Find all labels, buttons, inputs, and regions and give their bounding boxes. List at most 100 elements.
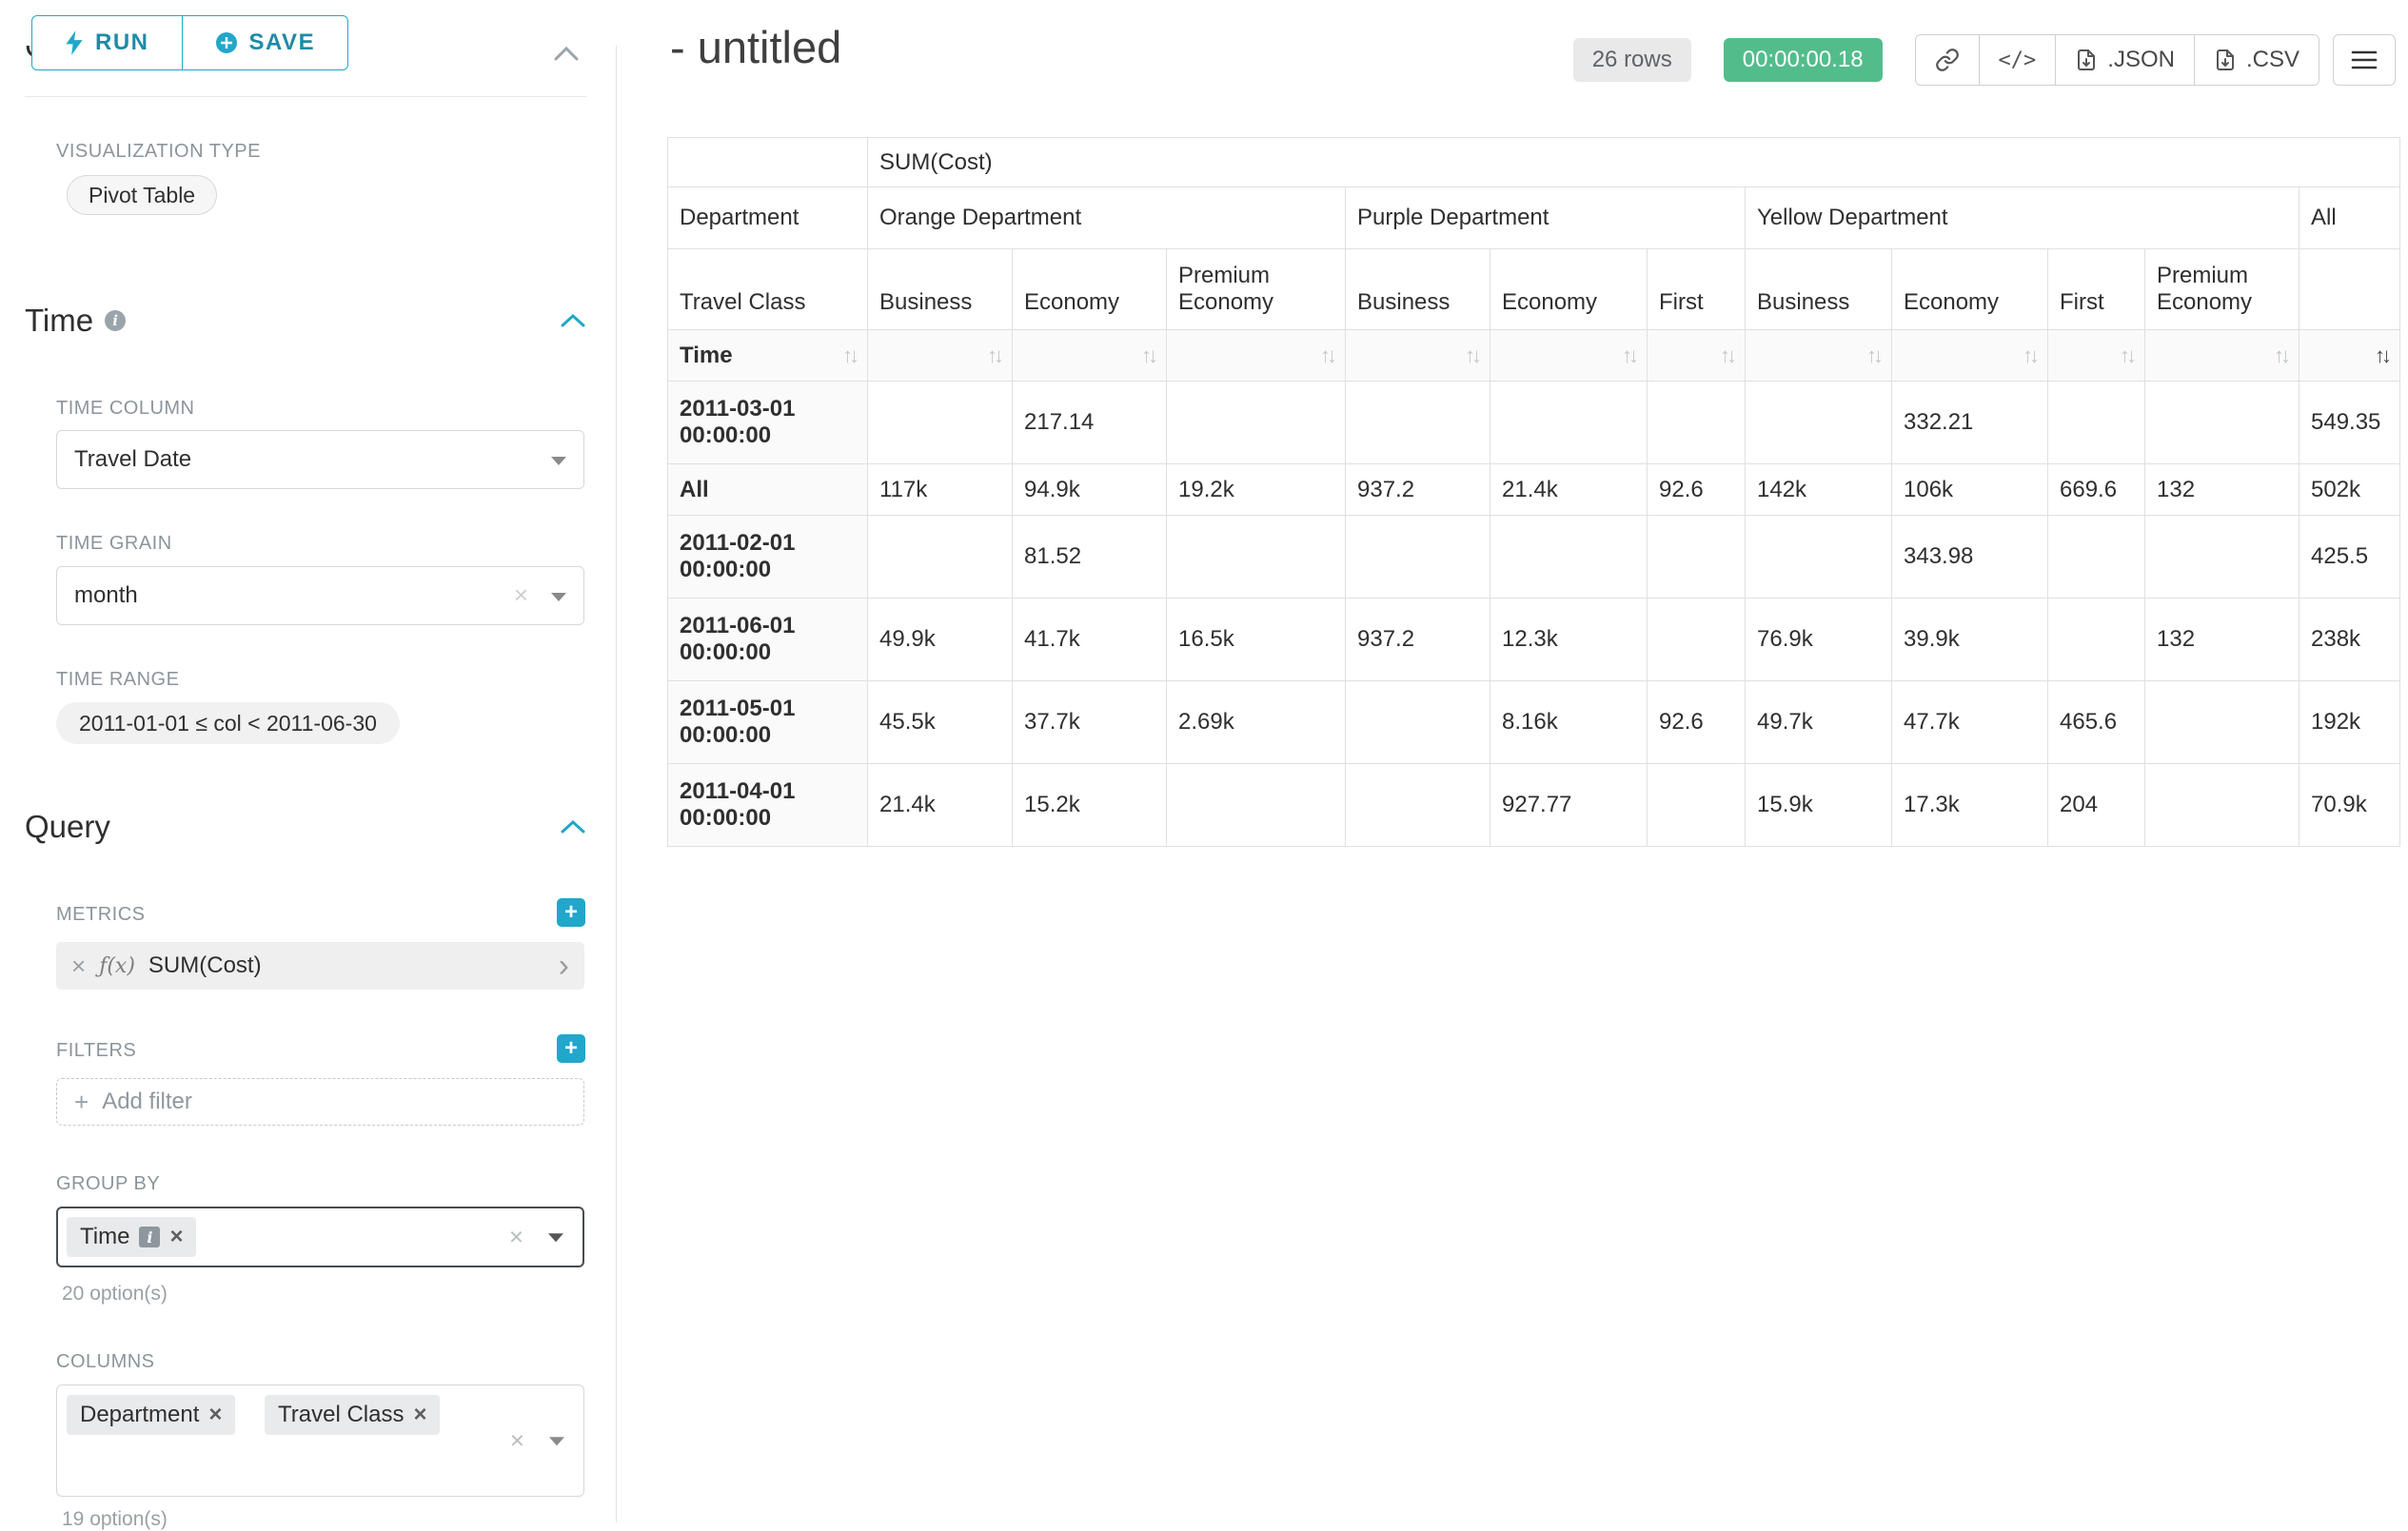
export-csv-button[interactable]: .CSV (2194, 34, 2319, 86)
query-section-header[interactable]: Query (25, 809, 586, 845)
sort-icon[interactable]: ↑↓ (1622, 343, 1635, 367)
time-range-label: TIME RANGE (56, 669, 179, 691)
time-column-select[interactable]: Travel Date (56, 430, 584, 489)
pivot-subcolumn-header: Premium Economy (1167, 249, 1346, 330)
clear-icon[interactable]: × (510, 1426, 524, 1456)
pivot-department-label: Department (668, 187, 868, 249)
copy-link-button[interactable] (1915, 34, 1980, 86)
pivot-value-cell: 41.7k (1013, 599, 1167, 681)
plus-icon: + (74, 1088, 89, 1117)
pivot-sort-cell: ↑↓ (1892, 330, 2048, 382)
pivot-value-cell: 21.4k (1490, 464, 1648, 516)
time-column-label: TIME COLUMN (56, 398, 195, 420)
metric-pill[interactable]: × ƒ(x) SUM(Cost) › (56, 942, 584, 990)
sort-icon[interactable]: ↑↓ (2120, 343, 2133, 367)
pivot-sort-cell: ↑↓ (2048, 330, 2145, 382)
pivot-value-cell (1490, 382, 1648, 464)
sort-icon[interactable]: ↑↓ (2023, 343, 2036, 367)
pivot-group-header: Yellow Department (1746, 187, 2299, 249)
remove-token-icon[interactable]: × (169, 1224, 183, 1250)
add-metric-button[interactable]: + (557, 898, 585, 927)
pivot-value-cell (2048, 599, 2145, 681)
pivot-row-label: 2011-03-01 00:00:00 (668, 382, 868, 464)
pivot-group-header: Purple Department (1346, 187, 1746, 249)
pivot-subcolumn-header: Economy (1013, 249, 1167, 330)
table-row: 2011-03-01 00:00:00217.14332.21549.35 (668, 382, 2400, 464)
time-range-value[interactable]: 2011-01-01 ≤ col < 2011-06-30 (56, 702, 400, 744)
function-icon: ƒ(x) (99, 954, 135, 978)
sort-icon[interactable]: ↑↓ (1465, 343, 1478, 367)
visualization-type-value[interactable]: Pivot Table (67, 175, 217, 215)
columns-token[interactable]: Department × (67, 1395, 235, 1435)
pivot-value-cell: 76.9k (1746, 599, 1892, 681)
pivot-row-label: 2011-06-01 00:00:00 (668, 599, 868, 681)
remove-metric-icon[interactable]: × (71, 952, 86, 981)
pivot-sort-cell: ↑↓ (1490, 330, 1648, 382)
time-grain-select[interactable]: month × (56, 566, 584, 625)
pivot-value-cell (2048, 382, 2145, 464)
chevron-down-icon[interactable] (548, 1233, 563, 1242)
save-button[interactable]: SAVE (182, 15, 349, 70)
code-icon: </> (1999, 49, 2037, 72)
export-json-button[interactable]: .JSON (2055, 34, 2195, 86)
sort-icon[interactable]: ↑↓ (2375, 343, 2388, 367)
pivot-value-cell: 2.69k (1167, 681, 1346, 764)
remove-token-icon[interactable]: × (413, 1402, 426, 1428)
group-by-label: GROUP BY (56, 1173, 160, 1195)
columns-token[interactable]: Travel Class × (265, 1395, 440, 1435)
pivot-value-cell (1346, 681, 1490, 764)
pivot-value-cell (2145, 764, 2299, 847)
add-filter-plus-button[interactable]: + (557, 1034, 585, 1063)
sort-icon[interactable]: ↑↓ (1720, 343, 1733, 367)
pivot-subcolumn-header: Business (1346, 249, 1490, 330)
pivot-value-cell: 15.9k (1746, 764, 1892, 847)
group-by-token[interactable]: Time i × (67, 1217, 196, 1257)
pivot-value-cell (2145, 382, 2299, 464)
chart-title[interactable]: - untitled (670, 21, 841, 73)
group-by-select[interactable]: Time i × × (56, 1207, 584, 1267)
time-section-header[interactable]: Time i (25, 303, 586, 339)
more-options-button[interactable] (2333, 34, 2396, 86)
columns-token-label: Department (80, 1402, 199, 1428)
chevron-right-icon[interactable]: › (559, 950, 569, 982)
collapse-chevron-icon[interactable] (560, 819, 586, 834)
collapse-chevron-icon[interactable] (560, 313, 586, 328)
file-download-icon (2214, 48, 2237, 72)
plus-circle-icon (215, 31, 238, 54)
pivot-value-cell (1346, 516, 1490, 599)
run-button[interactable]: RUN (31, 15, 183, 70)
embed-code-button[interactable]: </> (1979, 34, 2057, 86)
columns-select[interactable]: Department × Travel Class × × (56, 1384, 584, 1497)
pivot-value-cell: 17.3k (1892, 764, 2048, 847)
clear-icon[interactable]: × (509, 1223, 523, 1252)
table-row: All117k94.9k19.2k937.221.4k92.6142k106k6… (668, 464, 2400, 516)
clear-icon[interactable]: × (514, 580, 528, 610)
query-timer-badge: 00:00:00.18 (1724, 38, 1883, 82)
pivot-value-cell (2145, 516, 2299, 599)
sort-icon[interactable]: ↑↓ (2274, 343, 2287, 367)
pivot-sort-cell: ↑↓ (2299, 330, 2400, 382)
chart-panel: - untitled 26 rows 00:00:00.18 </> .JSON… (618, 0, 2408, 1522)
sort-icon[interactable]: ↑↓ (842, 343, 856, 368)
remove-token-icon[interactable]: × (208, 1402, 222, 1428)
sort-icon[interactable]: ↑↓ (1866, 343, 1880, 367)
pivot-row-label: All (668, 464, 868, 516)
pivot-value-cell (1346, 382, 1490, 464)
pivot-sort-cell: ↑↓ (2145, 330, 2299, 382)
pivot-time-label: Time↑↓ (668, 330, 868, 382)
add-filter-button[interactable]: + Add filter (56, 1078, 584, 1126)
pivot-subcolumn-header: Business (1746, 249, 1892, 330)
sort-icon[interactable]: ↑↓ (1320, 343, 1333, 367)
pivot-value-cell: 217.14 (1013, 382, 1167, 464)
pivot-value-cell (1167, 516, 1346, 599)
time-grain-value: month (74, 582, 138, 609)
pivot-value-cell: 465.6 (2048, 681, 2145, 764)
pivot-metric-header: SUM(Cost) (868, 138, 2400, 187)
pivot-sort-cell: ↑↓ (1648, 330, 1746, 382)
sort-icon[interactable]: ↑↓ (1141, 343, 1155, 367)
time-column-value: Travel Date (74, 446, 191, 473)
chevron-down-icon[interactable] (549, 1437, 564, 1445)
chevron-down-icon (551, 457, 566, 465)
sort-icon[interactable]: ↑↓ (987, 343, 1000, 367)
export-button-group: </> .JSON .CSV (1915, 34, 2319, 86)
